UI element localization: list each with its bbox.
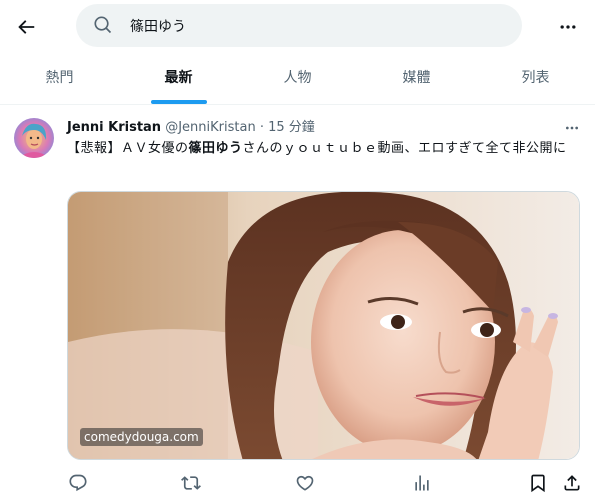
like-icon bbox=[296, 475, 314, 491]
tweet-timestamp[interactable]: 15 分鐘 bbox=[268, 120, 315, 135]
share-icon bbox=[564, 475, 580, 491]
tweet-header: Jenni Kristan @JenniKristan · 15 分鐘 bbox=[67, 120, 315, 136]
views-icon bbox=[415, 475, 429, 491]
search-icon bbox=[94, 16, 112, 34]
tweet-text-prefix: 【悲報】ＡＶ女優の bbox=[67, 141, 189, 156]
tweet-more-button[interactable] bbox=[558, 118, 586, 138]
views-button[interactable] bbox=[411, 472, 433, 494]
search-input[interactable] bbox=[130, 4, 500, 47]
author-name[interactable]: Jenni Kristan bbox=[67, 120, 161, 135]
search-tabs: 熱門 最新 人物 媒體 列表 bbox=[0, 53, 595, 105]
reply-button[interactable] bbox=[67, 472, 89, 494]
share-button[interactable] bbox=[561, 472, 583, 494]
tab-label: 媒體 bbox=[402, 69, 431, 86]
tab-label: 人物 bbox=[283, 69, 312, 86]
bookmark-icon bbox=[531, 474, 545, 493]
tweet-text: 【悲報】ＡＶ女優の篠田ゆうさんのｙｏｕｔｕｂｅ動画、エロすぎて全て非公開に bbox=[67, 139, 582, 159]
reply-icon bbox=[69, 474, 87, 492]
ellipsis-icon bbox=[560, 25, 576, 29]
media-watermark: comedydouga.com bbox=[80, 428, 203, 446]
tweet-actions bbox=[67, 472, 592, 494]
tweet-text-suffix: さんのｙｏｕｔｕｂｅ動画、エロすぎて全て非公開に bbox=[242, 141, 567, 156]
avatar[interactable] bbox=[14, 118, 54, 158]
tweet-media[interactable]: comedydouga.com bbox=[67, 191, 580, 460]
tab-label: 列表 bbox=[521, 69, 550, 86]
like-button[interactable] bbox=[294, 472, 316, 494]
tab-lists[interactable]: 列表 bbox=[476, 53, 595, 104]
arrow-left-icon bbox=[18, 20, 35, 34]
bookmark-button[interactable] bbox=[527, 472, 549, 494]
retweet-button[interactable] bbox=[180, 472, 202, 494]
search-box[interactable] bbox=[76, 4, 522, 47]
tab-label: 最新 bbox=[164, 69, 193, 86]
tab-people[interactable]: 人物 bbox=[238, 53, 357, 104]
more-options-button[interactable] bbox=[552, 11, 584, 43]
tab-top[interactable]: 熱門 bbox=[0, 53, 119, 104]
media-photo bbox=[68, 192, 579, 459]
tweet-text-highlight: 篠田ゆう bbox=[188, 141, 243, 156]
author-handle[interactable]: @JenniKristan bbox=[165, 120, 255, 135]
separator-dot: · bbox=[259, 120, 264, 135]
ellipsis-icon bbox=[566, 126, 578, 130]
tab-latest[interactable]: 最新 bbox=[119, 53, 238, 104]
top-bar bbox=[0, 0, 595, 53]
tab-label: 熱門 bbox=[45, 69, 74, 86]
tab-media[interactable]: 媒體 bbox=[357, 53, 476, 104]
tweet[interactable]: Jenni Kristan @JenniKristan · 15 分鐘 【悲報】… bbox=[0, 106, 595, 502]
back-button[interactable] bbox=[10, 11, 42, 43]
active-tab-indicator bbox=[150, 100, 207, 104]
retweet-icon bbox=[181, 476, 201, 490]
